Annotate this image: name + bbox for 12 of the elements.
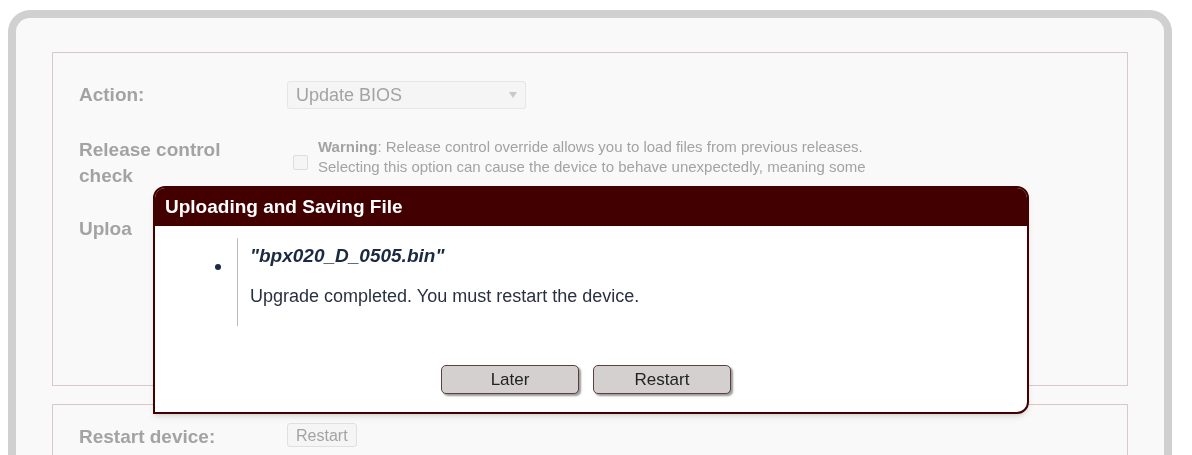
field-label: Uploa — [79, 218, 132, 239]
dialog-title: Uploading and Saving File — [155, 188, 1027, 226]
field-label: Action: — [79, 82, 146, 107]
caret-icon — [509, 92, 517, 98]
dialog-button[interactable]: Restart — [593, 365, 731, 394]
bullet-icon — [215, 264, 221, 270]
field-label: Restart device: — [79, 425, 217, 449]
field-label: Release control check — [79, 138, 222, 188]
warning-text: Warning: Release control override allows you to load files from previous releases. Selecting this option can cause the device to behave unexpectedly, meaning some — [318, 137, 866, 177]
dialog-button[interactable]: Later — [441, 365, 579, 394]
file-name: "bpx020_D_0505.bin" — [250, 244, 446, 268]
status-message: Upgrade completed. You must restart the device. — [250, 284, 640, 308]
